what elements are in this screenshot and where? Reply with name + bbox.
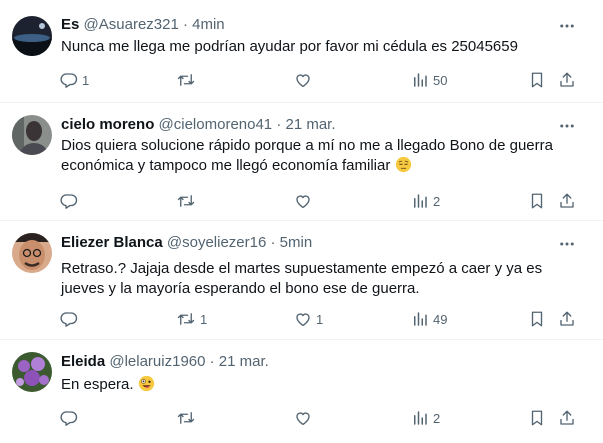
tweet-actions: 1 1 49 (0, 309, 603, 329)
bookmark-button[interactable] (528, 408, 546, 428)
bookmark-icon (531, 311, 543, 327)
tweet[interactable]: Es @Asuarez321 · 4min Nunca me llega me … (0, 0, 603, 103)
tweet-header: Eliezer Blanca @soyeliezer16 · 5min (61, 233, 312, 253)
tweet-header: Es @Asuarez321 · 4min (61, 15, 225, 35)
more-icon (560, 242, 574, 246)
tweet-actions: 2 (0, 408, 603, 428)
bookmark-button[interactable] (528, 309, 546, 329)
share-button[interactable] (558, 408, 576, 428)
bookmark-icon (531, 72, 543, 88)
zany-face-emoji (138, 375, 154, 392)
reply-button[interactable]: 1 (60, 70, 89, 90)
reply-icon (60, 411, 78, 426)
share-icon (560, 72, 574, 87)
reply-icon (60, 312, 78, 327)
more-button[interactable] (557, 116, 577, 136)
reply-button[interactable] (60, 191, 82, 211)
man-with-glasses-avatar (12, 233, 52, 273)
like-button[interactable] (294, 191, 316, 211)
retweet-icon (177, 313, 195, 325)
display-name[interactable]: Eleida (61, 353, 105, 370)
like-count: 1 (316, 311, 324, 327)
tweet-text-content: Dios quiera solucione rápido porque a mí… (61, 137, 553, 174)
tweet-header: Eleida @lelaruiz1960 · 21 mar. (61, 352, 269, 372)
retweet-icon (177, 412, 195, 424)
tweet[interactable]: Eliezer Blanca @soyeliezer16 · 5min Retr… (0, 221, 603, 340)
reply-count: 1 (82, 72, 90, 88)
share-button[interactable] (558, 191, 576, 211)
views-button[interactable]: 49 (411, 309, 447, 329)
handle-and-time[interactable]: @lelaruiz1960 · 21 mar. (109, 353, 268, 370)
reply-button[interactable] (60, 408, 82, 428)
tweet-text-content: En espera. (61, 376, 134, 393)
like-icon (296, 74, 310, 88)
retweet-icon (177, 195, 195, 207)
like-button[interactable] (294, 408, 316, 428)
views-count: 2 (433, 410, 441, 426)
tweet-actions: 2 (0, 191, 603, 211)
share-button[interactable] (558, 309, 576, 329)
person-photo-avatar (12, 115, 52, 155)
display-name[interactable]: cielo moreno (61, 116, 154, 133)
tweet-actions: 1 50 (0, 70, 603, 90)
tweet-header: cielo moreno @cielomoreno41 · 21 mar. (61, 115, 336, 135)
display-name[interactable]: Eliezer Blanca (61, 234, 163, 251)
reply-icon (60, 194, 78, 209)
like-icon (296, 412, 310, 426)
tweet[interactable]: cielo moreno @cielomoreno41 · 21 mar. Di… (0, 103, 603, 221)
bookmark-button[interactable] (528, 191, 546, 211)
views-icon (414, 312, 427, 326)
tweet-text: Dios quiera solucione rápido porque a mí… (61, 136, 566, 176)
views-count: 50 (433, 72, 448, 88)
more-button[interactable] (557, 234, 577, 254)
avatar[interactable] (12, 352, 52, 392)
retweet-count: 1 (200, 311, 208, 327)
retweet-button[interactable] (176, 191, 200, 211)
avatar[interactable] (12, 233, 52, 273)
bookmark-icon (531, 410, 543, 426)
more-icon (560, 24, 574, 28)
handle-and-time[interactable]: @soyeliezer16 · 5min (167, 234, 312, 251)
handle-and-time[interactable]: @cielomoreno41 · 21 mar. (159, 116, 336, 133)
reply-icon (60, 73, 78, 88)
avatar[interactable] (12, 115, 52, 155)
retweet-button[interactable] (176, 408, 200, 428)
tweet-text: En espera. (61, 375, 581, 395)
views-button[interactable]: 50 (411, 70, 447, 90)
views-count: 2 (433, 193, 441, 209)
share-icon (560, 193, 574, 208)
views-button[interactable]: 2 (411, 408, 440, 428)
views-icon (414, 194, 427, 208)
more-button[interactable] (557, 16, 577, 36)
display-name[interactable]: Es (61, 16, 79, 33)
bookmark-button[interactable] (528, 70, 546, 90)
retweet-icon (177, 74, 195, 86)
dark-landscape-avatar (12, 16, 52, 56)
retweet-button[interactable] (176, 70, 200, 90)
tweet[interactable]: Eleida @lelaruiz1960 · 21 mar. En espera… (0, 340, 603, 443)
views-icon (414, 411, 427, 425)
like-icon (296, 313, 310, 327)
tweet-feed: Es @Asuarez321 · 4min Nunca me llega me … (0, 0, 603, 443)
reply-button[interactable] (60, 309, 82, 329)
avatar[interactable] (12, 16, 52, 56)
views-count: 49 (433, 311, 448, 327)
like-button[interactable]: 1 (294, 309, 323, 329)
views-button[interactable]: 2 (411, 191, 440, 211)
like-icon (296, 195, 310, 209)
tweet-text: Nunca me llega me podrían ayudar por fav… (61, 38, 518, 55)
like-button[interactable] (294, 70, 316, 90)
retweet-button[interactable]: 1 (176, 309, 207, 329)
share-icon (560, 311, 574, 326)
pensive-face-emoji (395, 156, 411, 173)
bookmark-icon (531, 193, 543, 209)
more-icon (560, 124, 574, 128)
views-icon (414, 73, 427, 87)
share-icon (560, 410, 574, 425)
purple-flowers-avatar (12, 352, 52, 392)
handle-and-time[interactable]: @Asuarez321 · 4min (84, 16, 225, 33)
share-button[interactable] (558, 70, 576, 90)
tweet-text: Retraso.? Jajaja desde el martes supuest… (61, 260, 543, 297)
